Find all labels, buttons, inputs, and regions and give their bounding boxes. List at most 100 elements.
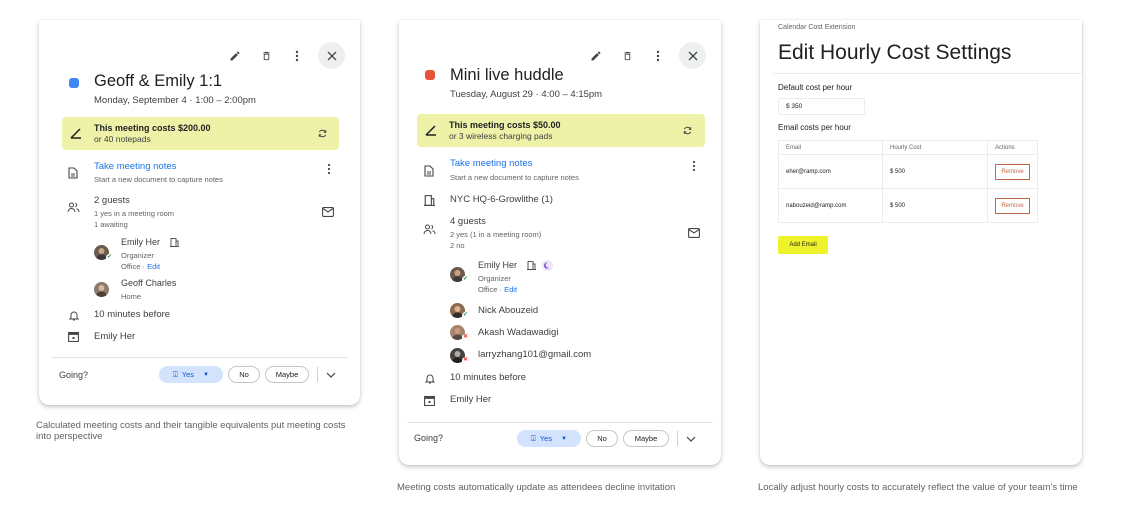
ramp-logo-icon — [70, 128, 81, 139]
notes-more-options-icon[interactable] — [327, 163, 331, 175]
declined-x-icon: ✕ — [462, 334, 469, 341]
remove-button[interactable]: Remove — [995, 197, 1030, 214]
divider — [677, 431, 678, 446]
edit-pencil-icon[interactable] — [586, 46, 606, 66]
rsvp-yes-button[interactable]: ⍗ Yes ▼ — [517, 430, 581, 447]
guest-name: Nick Abouzeid — [478, 305, 539, 316]
table-header-row: Email Hourly Cost Actions — [778, 140, 1038, 155]
meeting-cost-amount: This meeting costs $200.00 — [94, 123, 211, 133]
settings-panel: Calendar Cost Extension Edit Hourly Cost… — [760, 20, 1082, 465]
guest-name: Akash Wadawadigi — [478, 327, 559, 338]
rsvp-maybe-button[interactable]: Maybe — [623, 430, 669, 447]
meeting-notes-subtitle: Start a new document to capture notes — [94, 175, 223, 184]
meeting-room-icon: ⍗ — [172, 369, 178, 379]
chevron-down-icon[interactable] — [326, 372, 336, 378]
add-email-button[interactable]: Add Email — [778, 236, 828, 254]
guest-count: 2 guests — [94, 195, 130, 206]
rsvp-yes-button[interactable]: ⍗ Yes ▼ — [159, 366, 223, 383]
table-row: eher@ramp.com $ 500 Remove — [778, 154, 1038, 189]
guest-location: Office · Edit — [121, 262, 161, 271]
meeting-cost-equivalent: or 40 notepads — [94, 134, 151, 144]
caption-1: Calculated meeting costs and their tangi… — [36, 420, 346, 442]
take-meeting-notes-link[interactable]: Take meeting notes — [450, 158, 532, 169]
row-actions: Remove — [987, 154, 1038, 189]
guest-summary-1: 1 yes in a meeting room — [94, 209, 175, 218]
guest-name: Geoff Charles — [121, 278, 177, 288]
guest-summary-1: 2 yes (1 in a meeting room) — [450, 230, 542, 239]
close-icon — [327, 51, 336, 60]
chevron-down-icon[interactable] — [686, 436, 696, 442]
email-guests-icon[interactable] — [688, 228, 700, 238]
email-guests-icon[interactable] — [322, 207, 334, 217]
row-cost: $ 500 — [882, 154, 988, 189]
extension-name: Calendar Cost Extension — [778, 24, 856, 31]
edit-location-link[interactable]: Edit — [147, 262, 160, 271]
rsvp-no-button[interactable]: No — [228, 366, 260, 383]
event-date-time: Monday, September 4 · 1:00 – 2:00pm — [94, 95, 256, 106]
close-button[interactable] — [318, 42, 345, 69]
calendar-owner: Emily Her — [94, 331, 136, 342]
row-actions: Remove — [987, 188, 1038, 223]
default-cost-label: Default cost per hour — [778, 83, 853, 92]
guests-icon — [67, 202, 80, 213]
meeting-cost-box: This meeting costs $50.00 or 3 wireless … — [417, 114, 705, 147]
event-toolbar — [575, 42, 706, 69]
rsvp-maybe-button[interactable]: Maybe — [265, 366, 309, 383]
bell-icon — [69, 311, 79, 321]
row-email: eher@ramp.com — [778, 154, 883, 189]
going-label: Going? — [414, 433, 444, 443]
chevron-down-icon: ▼ — [561, 435, 567, 442]
row-email: nabouzeid@ramp.com — [778, 188, 883, 223]
notes-more-options-icon[interactable] — [692, 160, 696, 172]
calendar-icon — [424, 395, 435, 406]
refresh-icon[interactable] — [317, 128, 328, 139]
more-options-icon[interactable] — [648, 46, 668, 66]
rsvp-group: ⍗ Yes ▼ No Maybe — [159, 366, 336, 383]
declined-x-icon: ✕ — [462, 357, 469, 364]
event-details-card-geoff-emily: Geoff & Emily 1:1 Monday, September 4 · … — [39, 20, 360, 405]
calendar-icon — [68, 331, 79, 342]
document-icon — [68, 167, 78, 179]
guest-role: Organizer — [121, 251, 154, 260]
meeting-notes-subtitle: Start a new document to capture notes — [450, 173, 579, 182]
bell-icon — [425, 374, 435, 384]
event-title: Geoff & Emily 1:1 — [94, 72, 223, 90]
caption-2: Meeting costs automatically update as at… — [397, 482, 676, 493]
room-name: NYC HQ-6-Growlithe (1) — [450, 194, 553, 205]
email-cost-table: Email Hourly Cost Actions eher@ramp.com … — [778, 140, 1038, 223]
meeting-room-icon — [170, 238, 179, 247]
close-icon — [688, 51, 697, 60]
guest-name: Emily Her — [478, 260, 518, 270]
more-options-icon[interactable] — [287, 46, 307, 66]
divider — [407, 422, 713, 423]
edit-pencil-icon[interactable] — [225, 46, 245, 66]
meeting-cost-equivalent: or 3 wireless charging pads — [449, 131, 553, 141]
moon-status-icon — [542, 260, 553, 271]
going-label: Going? — [59, 370, 89, 380]
guest-summary-2: 1 awaiting — [94, 220, 128, 229]
meeting-cost-amount: This meeting costs $50.00 — [449, 120, 561, 130]
delete-trash-icon[interactable] — [256, 46, 276, 66]
calendar-owner: Emily Her — [450, 394, 492, 405]
delete-trash-icon[interactable] — [617, 46, 637, 66]
event-color-square — [69, 78, 79, 88]
default-cost-input[interactable]: $ 350 — [778, 98, 865, 115]
accepted-check-icon: ✓ — [462, 312, 469, 319]
meeting-room-icon: ⍗ — [530, 433, 536, 443]
remove-button[interactable]: Remove — [995, 163, 1030, 180]
document-icon — [424, 165, 434, 177]
rsvp-no-button[interactable]: No — [586, 430, 618, 447]
close-button[interactable] — [679, 42, 706, 69]
column-header-actions: Actions — [987, 140, 1038, 155]
guest-location: Home — [121, 292, 142, 301]
meeting-room-icon — [527, 261, 536, 270]
take-meeting-notes-link[interactable]: Take meeting notes — [94, 161, 176, 172]
avatar — [94, 282, 109, 297]
event-color-square — [425, 70, 435, 80]
refresh-icon[interactable] — [682, 125, 693, 136]
guest-role: Organizer — [478, 274, 511, 283]
meeting-cost-box: This meeting costs $200.00 or 40 notepad… — [62, 117, 339, 150]
accepted-check-icon: ✓ — [462, 276, 469, 283]
row-cost: $ 500 — [882, 188, 988, 223]
edit-location-link[interactable]: Edit — [504, 285, 517, 294]
